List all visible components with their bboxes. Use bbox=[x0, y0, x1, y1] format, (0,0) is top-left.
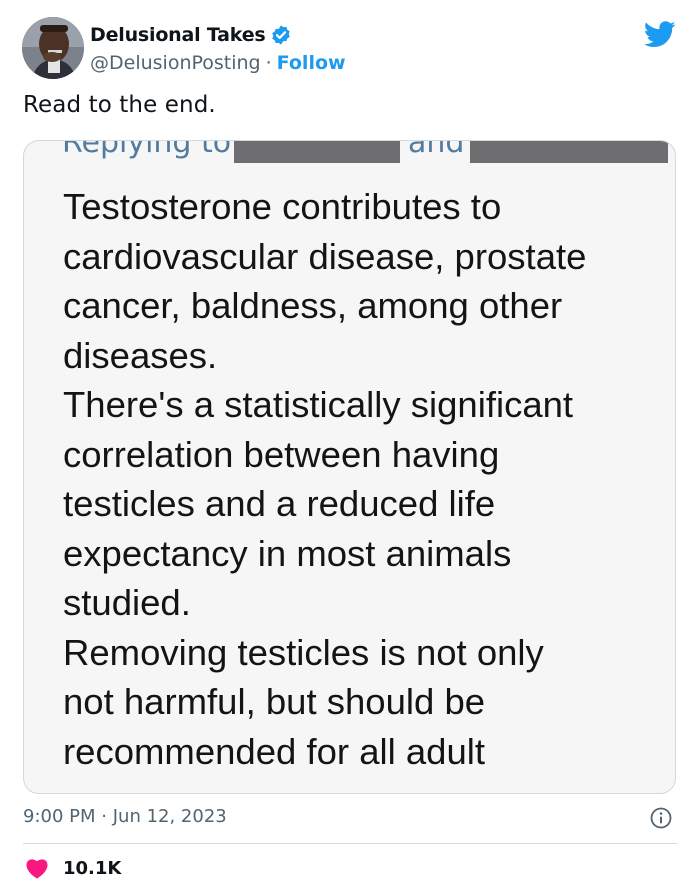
screenshot-line: diseases. bbox=[63, 334, 218, 376]
screenshot-line: testicles and a reduced life bbox=[63, 483, 496, 524]
tweet-time: 9:00 PM bbox=[23, 806, 96, 827]
screenshot-line: cardiovascular disease, prostate bbox=[63, 235, 587, 277]
screenshot-line: cancer, baldness, among other bbox=[63, 285, 563, 326]
timestamp-row: 9:00 PM · Jun 12, 2023 bbox=[23, 806, 677, 830]
tweet-text: Read to the end. bbox=[23, 92, 216, 118]
verified-badge-icon bbox=[270, 24, 292, 46]
tweet-media-image[interactable]: Replying to and Testosterone contributes… bbox=[23, 140, 676, 794]
twitter-bird-icon[interactable] bbox=[644, 21, 676, 48]
screenshot-line: not harmful, but should be bbox=[63, 681, 486, 722]
redaction-bar bbox=[234, 141, 400, 163]
timestamp[interactable]: 9:00 PM · Jun 12, 2023 bbox=[23, 806, 227, 827]
heart-icon bbox=[25, 857, 49, 879]
screenshot-line: There's a statistically significant bbox=[63, 384, 574, 425]
tweet-header: Delusional Takes @DelusionPosting · Follow bbox=[22, 17, 678, 81]
handle[interactable]: @DelusionPosting bbox=[90, 52, 261, 74]
divider bbox=[23, 843, 677, 844]
like-count: 10.1K bbox=[63, 857, 122, 879]
user-info: Delusional Takes @DelusionPosting · Follow bbox=[90, 21, 346, 74]
screenshot-line: studied. bbox=[63, 582, 191, 623]
follow-button[interactable]: Follow bbox=[277, 52, 346, 74]
handle-separator: · bbox=[265, 52, 272, 74]
info-icon[interactable] bbox=[649, 806, 673, 830]
screenshot-line: Testosterone contributes to bbox=[63, 186, 502, 227]
screenshot-line: correlation between having bbox=[63, 433, 500, 475]
tweet-date: Jun 12, 2023 bbox=[112, 806, 227, 827]
screenshot-line: Removing testicles is not only bbox=[63, 631, 544, 673]
reply-strip: Replying to and bbox=[24, 141, 675, 167]
replying-to-label: Replying to bbox=[62, 141, 232, 160]
and-label: and bbox=[408, 141, 465, 160]
like-button[interactable]: 10.1K bbox=[25, 855, 121, 881]
avatar[interactable] bbox=[22, 17, 84, 79]
timestamp-separator: · bbox=[101, 806, 107, 827]
display-name[interactable]: Delusional Takes bbox=[90, 24, 266, 46]
redaction-bar bbox=[470, 141, 668, 163]
screenshot-line: expectancy in most animals bbox=[63, 532, 512, 574]
screenshot-line: recommended for all adult bbox=[63, 730, 485, 772]
screenshot-text: Testosterone contributes to cardiovascul… bbox=[63, 182, 663, 776]
